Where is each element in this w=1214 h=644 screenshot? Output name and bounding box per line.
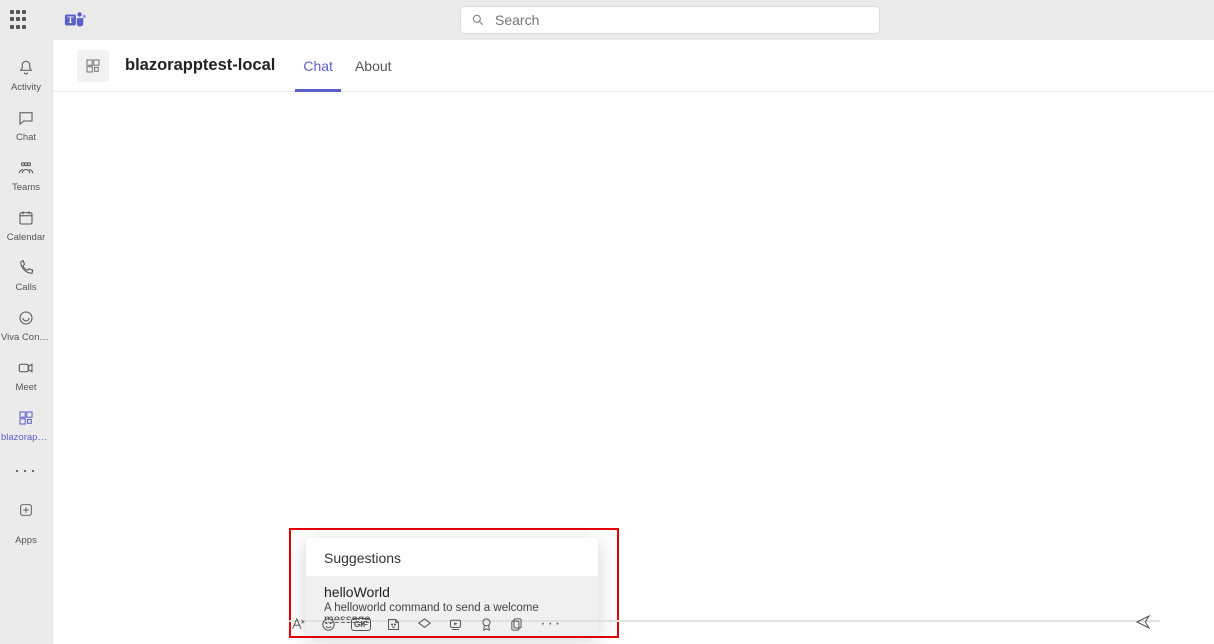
calendar-icon xyxy=(17,208,35,228)
extensions-button[interactable] xyxy=(416,616,433,633)
rail-item-teams[interactable]: Teams xyxy=(0,150,52,200)
tab-chat[interactable]: Chat xyxy=(295,40,341,92)
title-bar: T xyxy=(0,0,1214,40)
rail-apps-label: Apps xyxy=(0,530,52,550)
rail-item-chat[interactable]: Chat xyxy=(0,100,52,150)
app-launcher-icon[interactable] xyxy=(10,10,30,30)
rail-label: Activity xyxy=(11,82,41,93)
main-area: blazorapptest-local Chat About Suggestio… xyxy=(53,40,1214,644)
search-input[interactable] xyxy=(495,12,869,28)
rail-item-meet[interactable]: Meet xyxy=(0,350,52,400)
rail-more-menu[interactable]: ··· xyxy=(0,450,52,490)
tab-about[interactable]: About xyxy=(347,40,400,92)
stream-icon xyxy=(447,616,464,633)
apps-plus-icon xyxy=(18,502,34,518)
rail-label: Viva Connec... xyxy=(1,332,51,343)
badge-icon xyxy=(478,616,495,633)
body: Activity Chat Teams Calendar Calls xyxy=(0,40,1214,644)
format-button[interactable] xyxy=(289,616,306,633)
attach-button[interactable] xyxy=(509,616,526,633)
stream-button[interactable] xyxy=(447,616,464,633)
praise-button[interactable] xyxy=(478,616,495,633)
sticker-icon xyxy=(385,616,402,633)
extension-icon xyxy=(416,616,433,633)
tab-label: Chat xyxy=(303,58,333,74)
app-title: blazorapptest-local xyxy=(125,56,275,75)
rail-item-activity[interactable]: Activity xyxy=(0,50,52,100)
format-icon xyxy=(289,616,306,633)
gif-icon: GIF xyxy=(351,618,371,631)
rail-label: Meet xyxy=(15,382,36,393)
viva-icon xyxy=(17,308,35,328)
teams-logo-icon: T xyxy=(64,9,86,31)
tab-label: About xyxy=(355,58,392,74)
rail-item-calls[interactable]: Calls xyxy=(0,250,52,300)
chat-canvas: Suggestions helloWorld A helloworld comm… xyxy=(53,92,1214,644)
copy-icon xyxy=(509,616,526,633)
search-box[interactable] xyxy=(460,6,880,34)
emoji-button[interactable] xyxy=(320,616,337,633)
side-rail: Activity Chat Teams Calendar Calls xyxy=(0,40,53,644)
app-grid-icon xyxy=(84,57,102,75)
rail-item-blazorapp[interactable]: blazorappt... xyxy=(0,400,52,450)
rail-label: Teams xyxy=(12,182,40,193)
rail-label: blazorappt... xyxy=(1,432,51,443)
chat-header: blazorapptest-local Chat About xyxy=(53,40,1214,92)
phone-icon xyxy=(17,258,35,278)
rail-item-viva[interactable]: Viva Connec... xyxy=(0,300,52,350)
send-button[interactable] xyxy=(1134,613,1152,636)
svg-text:T: T xyxy=(67,15,73,25)
emoji-icon xyxy=(320,616,337,633)
gif-button[interactable]: GIF xyxy=(351,618,371,631)
bell-icon xyxy=(17,58,35,78)
rail-label: Calls xyxy=(15,282,36,293)
send-icon xyxy=(1134,613,1152,631)
suggestion-title: helloWorld xyxy=(324,584,580,600)
app-icon xyxy=(17,408,35,428)
app-avatar[interactable] xyxy=(77,50,109,82)
suggestions-header: Suggestions xyxy=(306,538,598,576)
rail-label: Calendar xyxy=(7,232,46,243)
video-icon xyxy=(17,358,35,378)
rail-apps-button[interactable] xyxy=(0,490,52,530)
search-icon xyxy=(471,13,485,27)
sticker-button[interactable] xyxy=(385,616,402,633)
chat-icon xyxy=(17,108,35,128)
rail-item-calendar[interactable]: Calendar xyxy=(0,200,52,250)
compose-toolbar: GIF ··· xyxy=(289,612,562,636)
rail-label: Chat xyxy=(16,132,36,143)
teams-icon xyxy=(17,158,35,178)
more-actions-button[interactable]: ··· xyxy=(540,616,562,632)
